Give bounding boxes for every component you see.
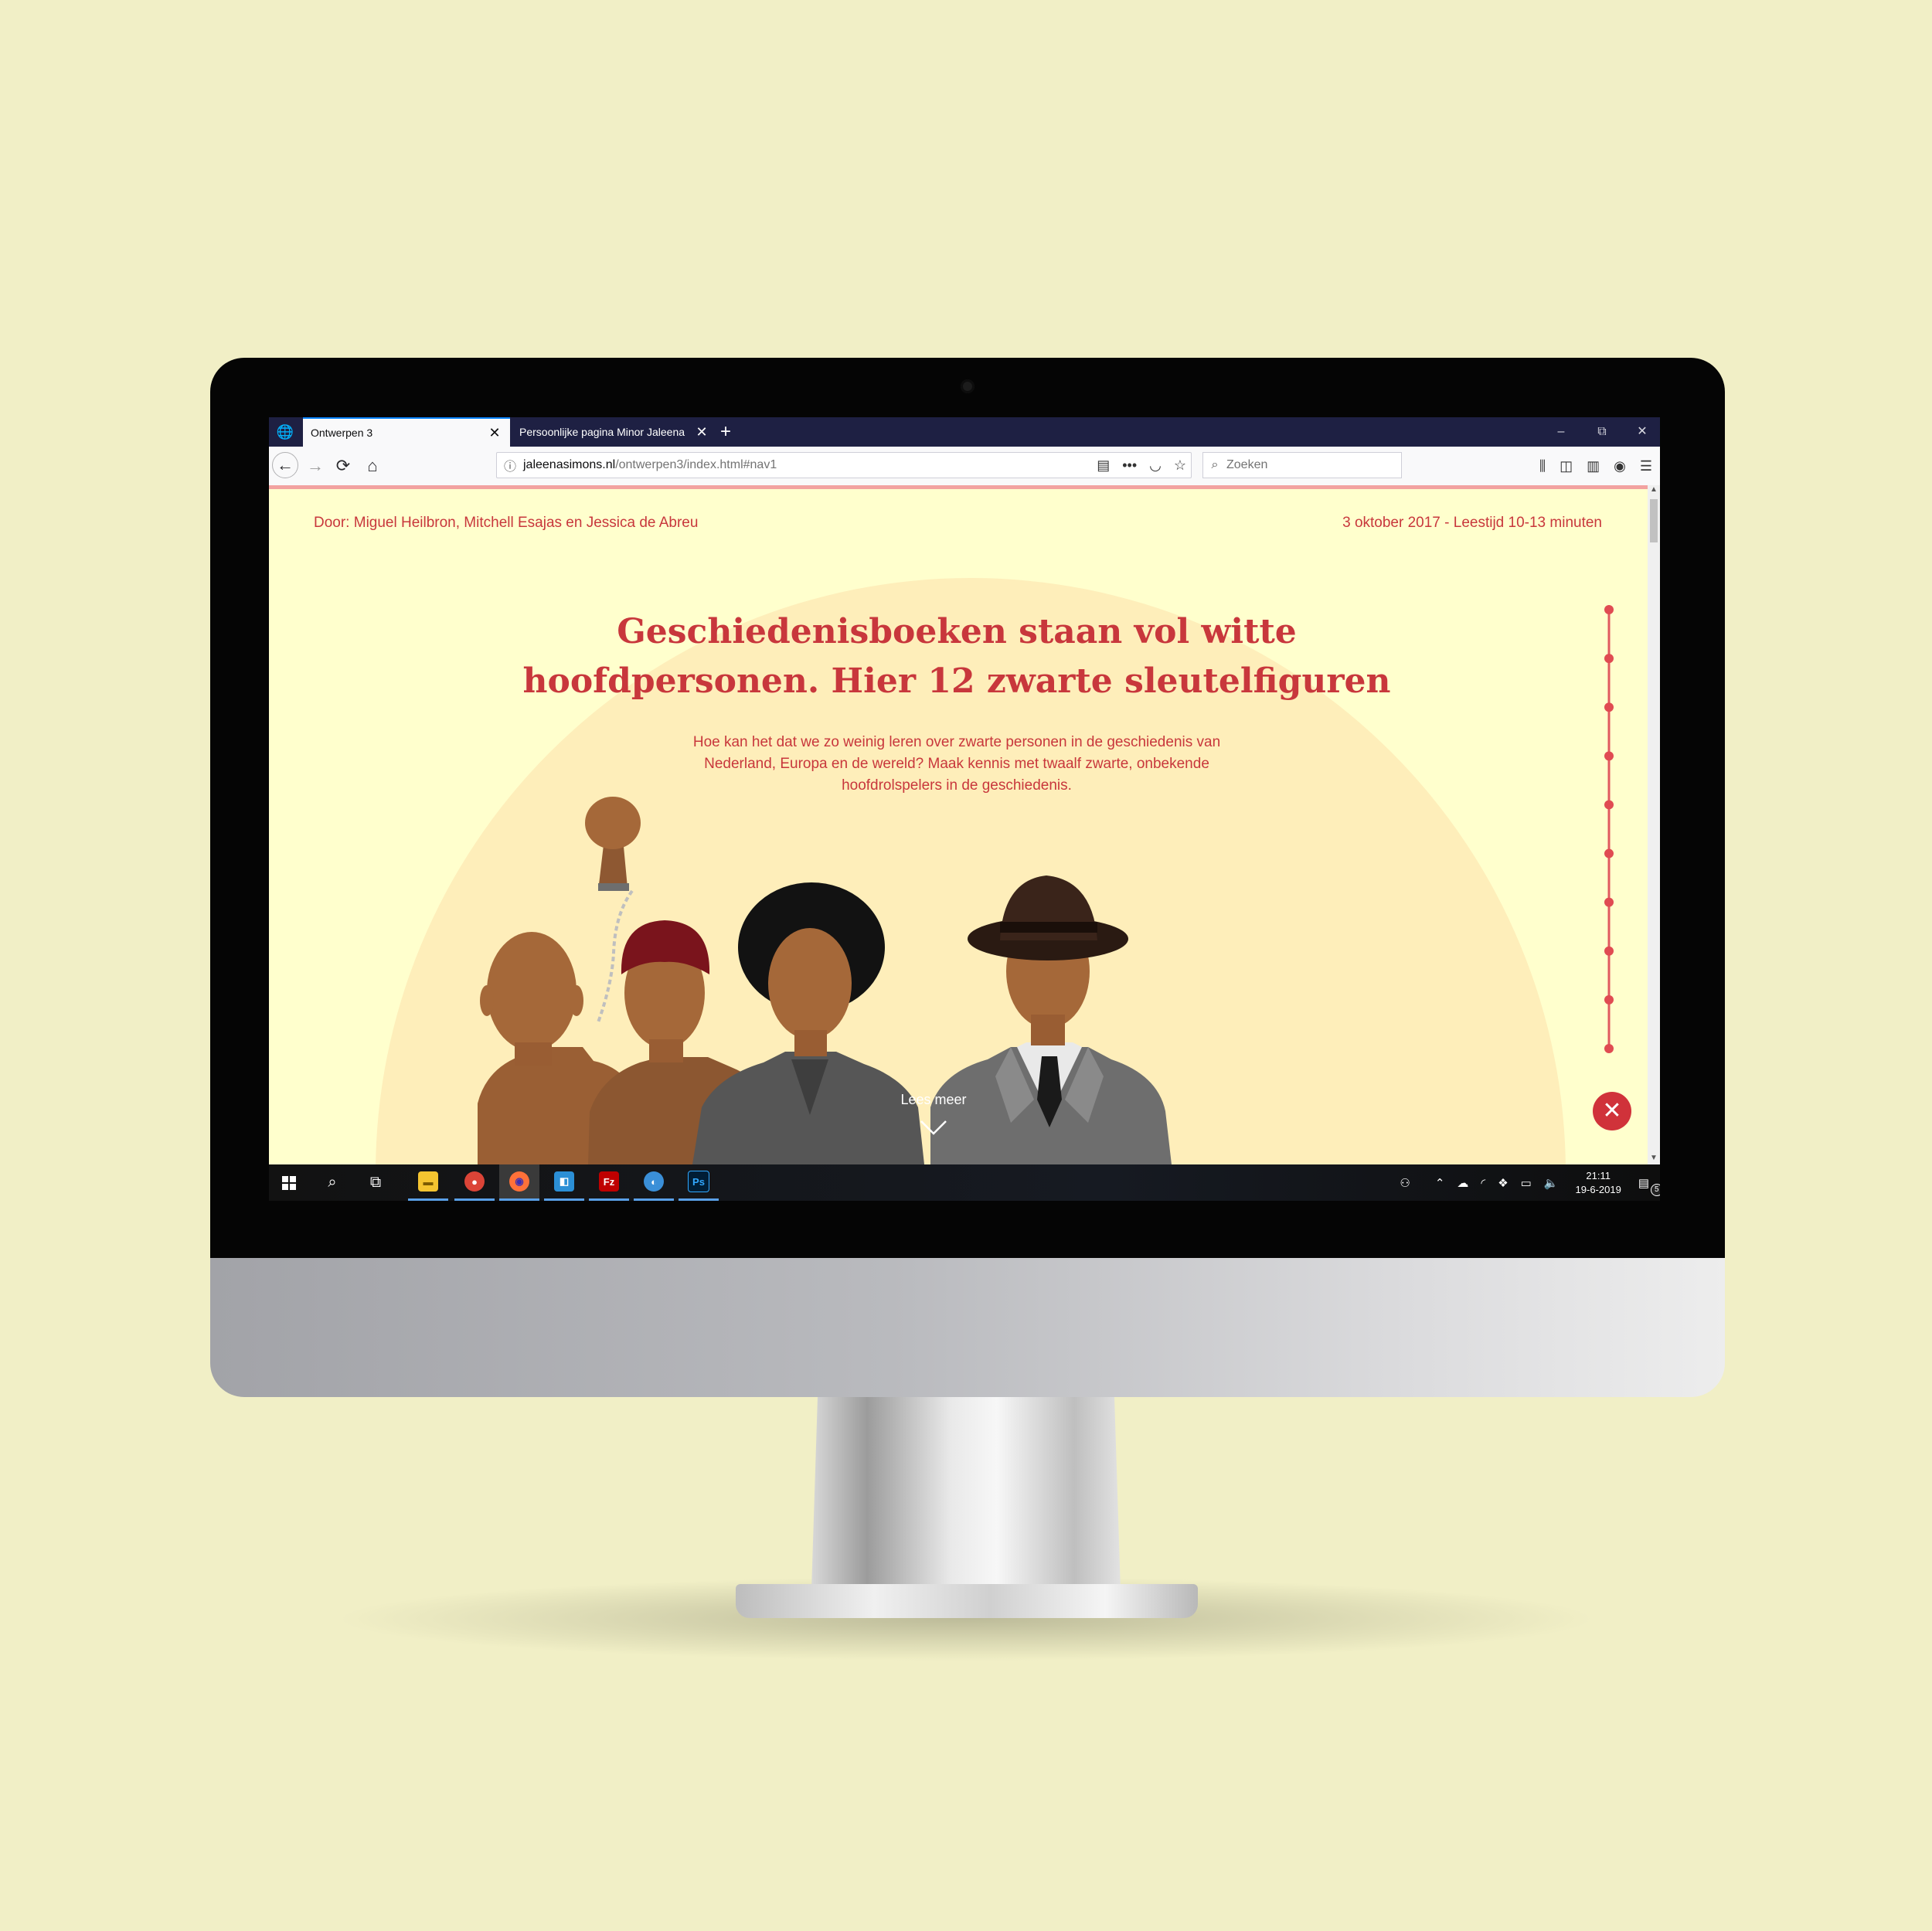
page-scrollbar[interactable]: ▲ ▼: [1648, 485, 1660, 1164]
restore-button[interactable]: ⧉: [1583, 417, 1621, 447]
section-nav-dot[interactable]: [1604, 994, 1614, 1005]
url-actions: ▤ ••• ◡ ☆: [1097, 453, 1186, 478]
clock[interactable]: 21:11 19-6-2019: [1576, 1169, 1621, 1197]
close-window-button[interactable]: ✕: [1623, 417, 1660, 447]
remote-app-icon[interactable]: ◧: [544, 1164, 584, 1201]
notification-count: 5: [1650, 1183, 1660, 1196]
section-nav-dot[interactable]: [1604, 848, 1614, 858]
info-icon[interactable]: ⓘ: [497, 456, 523, 474]
chevron-down-icon[interactable]: [918, 1117, 949, 1140]
url-host: jaleenasimons.nl: [523, 458, 616, 471]
section-nav-dot[interactable]: [1604, 654, 1614, 664]
web-page: Door: Miguel Heilbron, Mitchell Esajas e…: [269, 489, 1648, 1164]
section-nav-dot[interactable]: [1604, 605, 1614, 614]
chrome-icon[interactable]: ●: [454, 1164, 495, 1201]
battery-icon[interactable]: ▭: [1521, 1176, 1532, 1190]
system-tray: ⚇ ⌃ ☁ ◜ ❖ ▭ 🔈 21:11 19-6-2019 ▤ 5: [1393, 1164, 1660, 1201]
tab-close-icon[interactable]: ✕: [694, 424, 709, 440]
url-bar[interactable]: ⓘ jaleenasimons.nl /ontwerpen3/index.htm…: [496, 452, 1192, 478]
photoshop-icon[interactable]: Ps: [679, 1164, 719, 1201]
dropbox-icon[interactable]: ❖: [1498, 1176, 1508, 1190]
reload-button[interactable]: ⟳: [329, 447, 357, 485]
historical-figures-illustration: [478, 797, 1172, 1164]
pocket-toolbar-icon[interactable]: ◫: [1560, 458, 1573, 474]
search-placeholder: Zoeken: [1226, 458, 1268, 471]
tab-close-icon[interactable]: ✕: [487, 425, 502, 441]
section-navigation: [1604, 605, 1614, 1053]
app-icon[interactable]: ◐: [634, 1164, 674, 1201]
section-nav-dot[interactable]: [1604, 751, 1614, 761]
scroll-down-arrow-icon[interactable]: ▼: [1648, 1154, 1660, 1164]
section-nav-dot[interactable]: [1604, 702, 1614, 712]
search-icon: ⌕: [1211, 458, 1219, 471]
url-path: /ontwerpen3/index.html#nav1: [615, 458, 777, 471]
reader-view-icon[interactable]: ▤: [1097, 457, 1110, 474]
monitor-stand-base: [736, 1584, 1198, 1618]
notifications-icon[interactable]: ▤ 5: [1638, 1176, 1660, 1196]
section-nav-dot[interactable]: [1604, 946, 1614, 956]
windows-taskbar: ⌕ ⧉ ▬ ● ◉ ◧ Fz ◐ Ps ⚇ ⌃ ☁ ◜ ❖ ▭ 🔈 21:11 …: [269, 1164, 1660, 1201]
tab-persoonlijke-pagina[interactable]: Persoonlijke pagina Minor Jaleena ✕: [512, 417, 717, 447]
filezilla-icon[interactable]: Fz: [589, 1164, 629, 1201]
read-more-label[interactable]: Lees meer: [841, 1092, 1026, 1108]
people-icon[interactable]: ⚇: [1400, 1176, 1410, 1190]
section-nav-dot[interactable]: [1604, 1044, 1614, 1053]
screen: 🌐 Ontwerpen 3 ✕ Persoonlijke pagina Mino…: [269, 417, 1660, 1201]
globe-icon: 🌐: [276, 423, 294, 440]
webcam: [961, 379, 975, 393]
firefox-icon[interactable]: ◉: [499, 1164, 539, 1201]
monitor-chin: [210, 1258, 1725, 1397]
toolbar-right: ⫼ ◫ ▥ ◉ ☰: [1539, 447, 1652, 485]
file-explorer-icon[interactable]: ▬: [408, 1164, 448, 1201]
monitor-stand-neck: [811, 1397, 1121, 1590]
menu-icon[interactable]: ☰: [1640, 458, 1652, 474]
section-nav-dot[interactable]: [1604, 800, 1614, 810]
scroll-thumb[interactable]: [1650, 499, 1658, 542]
tab-ontwerpen-3[interactable]: Ontwerpen 3 ✕: [303, 417, 510, 447]
tab-bar: 🌐 Ontwerpen 3 ✕ Persoonlijke pagina Mino…: [269, 417, 1660, 447]
pocket-icon[interactable]: ◡: [1149, 457, 1162, 474]
forward-button[interactable]: →: [301, 447, 329, 485]
bookmark-star-icon[interactable]: ☆: [1174, 457, 1186, 474]
back-button[interactable]: ←: [272, 452, 298, 478]
taskbar-search-icon[interactable]: ⌕: [312, 1164, 352, 1201]
start-button[interactable]: [269, 1164, 309, 1201]
figure-man-hat-suit: [930, 875, 1172, 1164]
section-nav-dot[interactable]: [1604, 897, 1614, 907]
figure-woman-afro: [692, 882, 924, 1164]
sidebar-icon[interactable]: ▥: [1587, 458, 1600, 474]
page-actions-icon[interactable]: •••: [1122, 457, 1137, 474]
show-hidden-icons-icon[interactable]: ⌃: [1435, 1176, 1445, 1190]
clock-date: 19-6-2019: [1575, 1183, 1621, 1195]
windows-logo-icon: [282, 1175, 296, 1190]
task-view-icon[interactable]: ⧉: [355, 1164, 396, 1201]
onedrive-icon[interactable]: ☁: [1457, 1176, 1468, 1190]
tab-title: Ontwerpen 3: [311, 427, 373, 439]
library-icon[interactable]: ⫼: [1539, 458, 1546, 474]
new-tab-button[interactable]: +: [720, 417, 731, 447]
close-icon[interactable]: ✕: [1593, 1092, 1631, 1130]
search-bar[interactable]: ⌕ Zoeken: [1202, 452, 1402, 478]
navigation-toolbar: ← → ⟳ ⌂ ⓘ jaleenasimons.nl /ontwerpen3/i…: [269, 447, 1660, 486]
account-icon[interactable]: ◉: [1614, 458, 1626, 474]
minimize-button[interactable]: –: [1542, 417, 1580, 447]
wifi-icon[interactable]: ◜: [1481, 1176, 1485, 1190]
scroll-up-arrow-icon[interactable]: ▲: [1648, 485, 1660, 496]
clock-time: 21:11: [1586, 1169, 1611, 1181]
volume-icon[interactable]: 🔈: [1544, 1176, 1559, 1190]
tab-title: Persoonlijke pagina Minor Jaleena: [519, 426, 685, 438]
tab-overflow-globe[interactable]: 🌐: [269, 417, 301, 447]
home-button[interactable]: ⌂: [359, 447, 386, 485]
